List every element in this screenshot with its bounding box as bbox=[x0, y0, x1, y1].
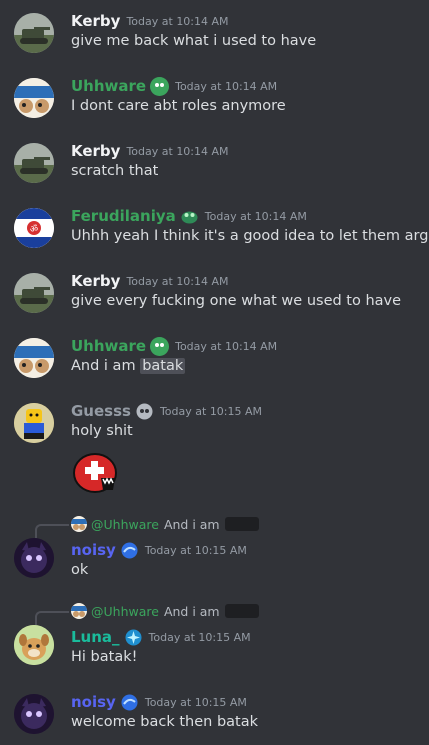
dog-avatar[interactable] bbox=[14, 625, 54, 665]
message-text-plain: And i am bbox=[71, 358, 141, 374]
timestamp: Today at 10:14 AM bbox=[175, 79, 278, 93]
purple-cat-avatar[interactable] bbox=[14, 694, 54, 734]
reply-text: And i am bbox=[163, 516, 220, 532]
timestamp: Today at 10:15 AM bbox=[144, 695, 247, 709]
reply-spoiler[interactable] bbox=[224, 517, 259, 531]
timestamp: Today at 10:14 AM bbox=[126, 14, 229, 28]
chat-messages: Kerby Today at 10:14 AM give me back wha… bbox=[0, 0, 429, 745]
grey-skull-badge[interactable] bbox=[135, 402, 154, 421]
purple-cat-avatar[interactable] bbox=[14, 538, 54, 578]
tank-avatar[interactable] bbox=[14, 273, 54, 313]
message-text: I dont care abt roles anymore bbox=[71, 98, 286, 114]
author-name[interactable]: Luna_ bbox=[71, 628, 120, 646]
reply-avatar-icon bbox=[71, 516, 87, 532]
olive-joy-avatar[interactable] bbox=[14, 338, 54, 378]
tank-avatar[interactable] bbox=[14, 13, 54, 53]
message-text: Hi batak! bbox=[71, 649, 138, 665]
olive-joy-avatar[interactable] bbox=[14, 78, 54, 118]
spoiler-text[interactable]: batak bbox=[140, 358, 186, 374]
message-text: Uhhh yeah I think it's a good idea to le… bbox=[71, 228, 429, 244]
author-name[interactable]: noisy bbox=[71, 693, 116, 711]
timestamp: Today at 10:14 AM bbox=[204, 209, 307, 223]
timestamp: Today at 10:15 AM bbox=[148, 630, 251, 644]
author-name[interactable]: Kerby bbox=[71, 272, 120, 290]
author-name[interactable]: Uhhware bbox=[71, 77, 146, 95]
reply-author[interactable]: @Uhhware bbox=[91, 517, 159, 532]
message-text: ok bbox=[71, 562, 89, 578]
lego-avatar[interactable] bbox=[14, 403, 54, 443]
reply-spoiler[interactable] bbox=[224, 604, 259, 618]
message-text: give every fucking one what we used to h… bbox=[71, 293, 402, 309]
author-name[interactable]: Kerby bbox=[71, 142, 120, 160]
svg-text:ॐ: ॐ bbox=[30, 224, 38, 235]
message-text: And i am batak bbox=[71, 358, 186, 374]
message-text: welcome back then batak bbox=[71, 714, 259, 730]
timestamp: Today at 10:15 AM bbox=[144, 543, 247, 557]
blue-wave-badge[interactable] bbox=[120, 541, 139, 560]
reply-preview[interactable]: @Uhhware And i am bbox=[71, 516, 259, 532]
tank-avatar[interactable] bbox=[14, 143, 54, 183]
author-name[interactable]: Guesss bbox=[71, 402, 131, 420]
author-name[interactable]: Ferudilaniya bbox=[71, 207, 176, 225]
flag-avatar[interactable]: ॐ bbox=[14, 208, 54, 248]
green-blob-badge[interactable] bbox=[150, 76, 170, 96]
author-name[interactable]: Kerby bbox=[71, 12, 120, 30]
message-text: give me back what i used to have bbox=[71, 33, 317, 49]
green-blob-badge[interactable] bbox=[150, 336, 170, 356]
reply-preview[interactable]: @Uhhware And i am bbox=[71, 603, 259, 619]
green-creature-badge[interactable] bbox=[180, 207, 199, 226]
reply-connector bbox=[35, 611, 69, 625]
message-text: scratch that bbox=[71, 163, 159, 179]
reply-author[interactable]: @Uhhware bbox=[91, 604, 159, 619]
blue-wave-badge[interactable] bbox=[120, 693, 139, 712]
timestamp: Today at 10:15 AM bbox=[159, 404, 263, 418]
timestamp: Today at 10:14 AM bbox=[126, 144, 229, 158]
message-text: holy shit bbox=[71, 423, 133, 439]
blue-sparkle-badge[interactable] bbox=[124, 628, 143, 647]
timestamp: Today at 10:14 AM bbox=[175, 339, 278, 353]
author-name[interactable]: noisy bbox=[71, 541, 116, 559]
timestamp: Today at 10:14 AM bbox=[126, 274, 229, 288]
reply-connector bbox=[35, 524, 69, 538]
reply-text: And i am bbox=[163, 603, 220, 619]
red-ball-sticker[interactable] bbox=[71, 452, 121, 496]
author-name[interactable]: Uhhware bbox=[71, 337, 146, 355]
reply-avatar-icon bbox=[71, 603, 87, 619]
